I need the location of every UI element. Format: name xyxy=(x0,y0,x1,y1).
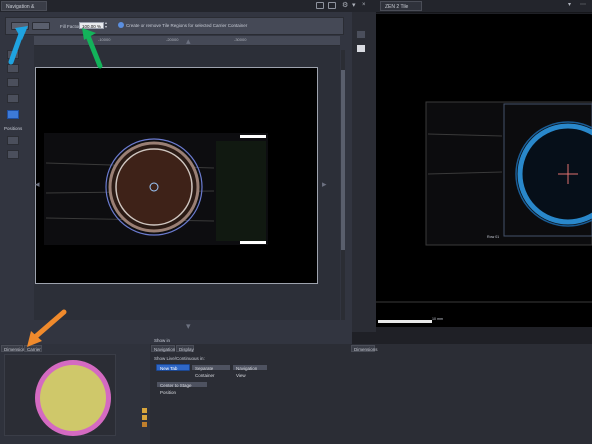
annotation-layer xyxy=(8,26,103,347)
